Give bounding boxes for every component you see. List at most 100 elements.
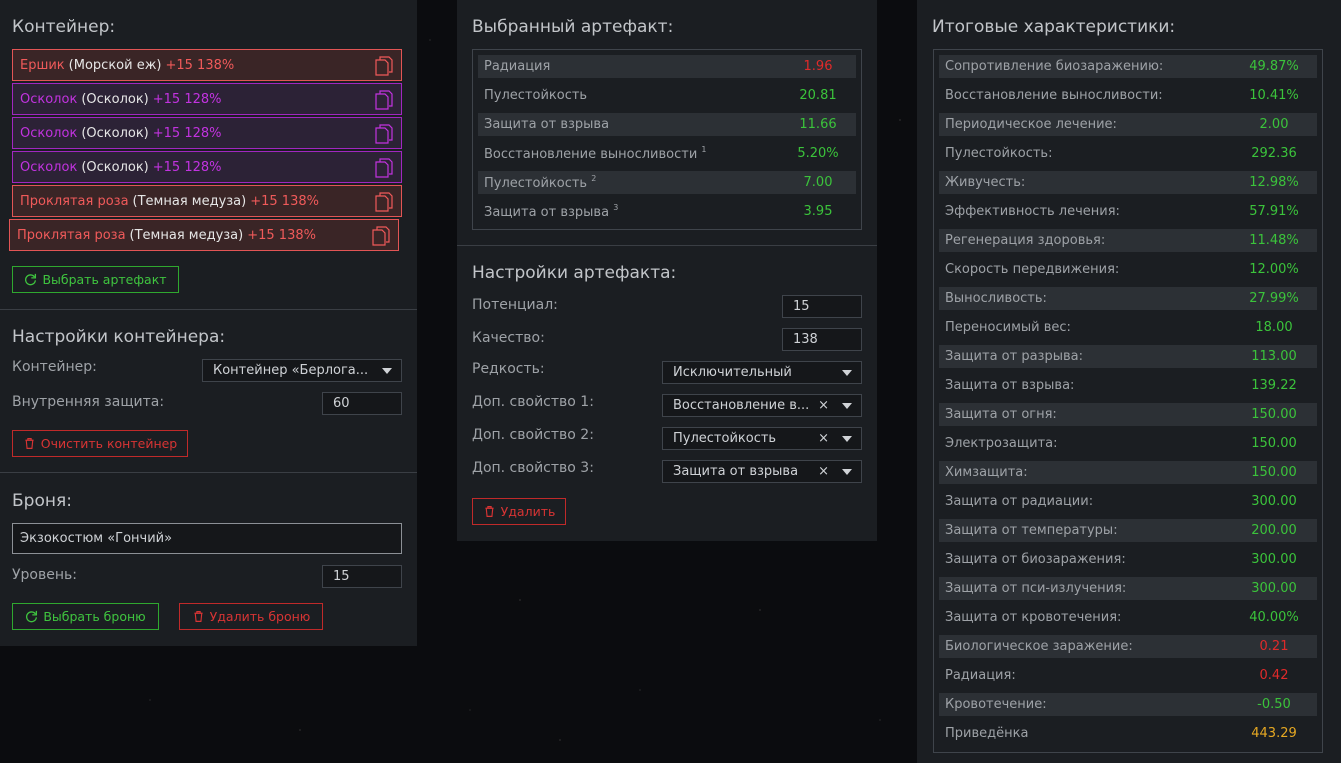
total-row: Регенерация здоровья: 11.48%	[939, 229, 1317, 252]
artifact-bonus: +15 138%	[247, 227, 316, 243]
total-value: 443.29	[1251, 726, 1297, 741]
total-value: 139.22	[1251, 378, 1297, 393]
artifact-item[interactable]: Проклятая роза (Темная медуза) +15 138%	[9, 219, 399, 251]
stat-value: 5.20%	[797, 146, 839, 161]
clear-container-button[interactable]: Очистить контейнер	[12, 430, 188, 457]
chevron-down-icon	[842, 370, 852, 376]
stat-footnote: 1	[701, 145, 707, 154]
total-name: Периодическое лечение:	[945, 117, 1117, 132]
total-name: Защита от огня:	[945, 407, 1057, 422]
delete-armor-button[interactable]: Удалить броню	[179, 603, 323, 630]
stat-name: Радиация	[484, 59, 551, 74]
prop1-select[interactable]: Восстановление в... ×	[662, 394, 862, 417]
artifact-type: (Морской еж)	[68, 57, 162, 73]
totals-panel: Итоговые характеристики: Сопротивление б…	[917, 0, 1341, 763]
total-name: Защита от радиации:	[945, 494, 1094, 509]
artifact-bonus: +15 128%	[152, 125, 222, 141]
level-label: Уровень:	[12, 567, 77, 583]
total-row: Химзащита: 150.00	[939, 461, 1317, 484]
trash-icon	[194, 611, 203, 622]
delete-armor-label: Удалить броню	[209, 609, 311, 624]
select-armor-button[interactable]: Выбрать броню	[12, 603, 159, 630]
artifact-type: (Осколок)	[81, 159, 149, 175]
total-row: Кровотечение: -0.50	[939, 693, 1317, 716]
total-name: Биологическое заражение:	[945, 639, 1133, 654]
prop2-select[interactable]: Пулестойкость ×	[662, 427, 862, 450]
container-label: Контейнер:	[12, 359, 97, 375]
total-value: 300.00	[1251, 552, 1297, 567]
total-name: Химзащита:	[945, 465, 1028, 480]
stat-name: Пулестойкость 2	[484, 174, 597, 191]
copy-icon[interactable]	[375, 56, 393, 76]
level-input[interactable]: 15	[322, 565, 402, 588]
total-value: 40.00%	[1249, 610, 1299, 625]
divider	[457, 245, 877, 246]
total-row: Защита от температуры: 200.00	[939, 519, 1317, 542]
chevron-down-icon	[842, 403, 852, 409]
total-value: 11.48%	[1249, 233, 1299, 248]
total-name: Сопротивление биозаражению:	[945, 59, 1164, 74]
artifact-item[interactable]: Осколок (Осколок) +15 128%	[12, 151, 402, 183]
clear-icon[interactable]: ×	[818, 398, 829, 413]
artifact-item[interactable]: Осколок (Осколок) +15 128%	[12, 83, 402, 115]
total-value: 12.98%	[1249, 175, 1299, 190]
quality-input[interactable]: 138	[782, 328, 862, 351]
delete-artifact-button[interactable]: Удалить	[472, 498, 566, 525]
clear-icon[interactable]: ×	[818, 431, 829, 446]
artifact-settings-title: Настройки артефакта:	[472, 263, 677, 283]
total-value: 150.00	[1251, 407, 1297, 422]
total-row: Пулестойкость: 292.36	[939, 142, 1317, 165]
artifact-type: (Темная медуза)	[129, 227, 244, 243]
total-name: Защита от взрыва:	[945, 378, 1075, 393]
container-settings-title: Настройки контейнера:	[12, 327, 226, 347]
total-row: Приведёнка 443.29	[939, 722, 1317, 745]
rarity-label: Редкость:	[472, 361, 545, 377]
copy-icon[interactable]	[372, 226, 390, 246]
total-row: Защита от радиации: 300.00	[939, 490, 1317, 513]
stat-footnote: 3	[613, 203, 619, 212]
armor-field[interactable]: Экзокостюм «Гончий»	[12, 523, 402, 554]
artifact-item[interactable]: Осколок (Осколок) +15 128%	[12, 117, 402, 149]
total-value: 57.91%	[1249, 204, 1299, 219]
stat-name: Защита от взрыва 3	[484, 203, 619, 220]
total-value: 113.00	[1251, 349, 1297, 364]
total-name: Защита от температуры:	[945, 523, 1118, 538]
select-artifact-button[interactable]: Выбрать артефакт	[12, 266, 179, 293]
total-name: Электрозащита:	[945, 436, 1058, 451]
total-value: 292.36	[1251, 146, 1297, 161]
total-value: 18.00	[1255, 320, 1293, 335]
prop3-select[interactable]: Защита от взрыва ×	[662, 460, 862, 483]
clear-container-label: Очистить контейнер	[40, 436, 178, 451]
refresh-icon	[25, 273, 37, 286]
copy-icon[interactable]	[375, 124, 393, 144]
inner-protection-input[interactable]: 60	[322, 392, 402, 415]
copy-icon[interactable]	[375, 158, 393, 178]
select-armor-label: Выбрать броню	[43, 609, 146, 624]
total-value: 12.00%	[1249, 262, 1299, 277]
rarity-select[interactable]: Исключительный	[662, 361, 862, 384]
total-value: 150.00	[1251, 465, 1297, 480]
clear-icon[interactable]: ×	[818, 464, 829, 479]
artifact-item[interactable]: Проклятая роза (Темная медуза) +15 138%	[12, 185, 402, 217]
artifact-item[interactable]: Ершик (Морской еж) +15 138%	[12, 49, 402, 81]
container-select[interactable]: Контейнер «Берлога...	[202, 359, 402, 382]
total-row: Живучесть: 12.98%	[939, 171, 1317, 194]
total-value: -0.50	[1257, 697, 1291, 712]
total-name: Восстановление выносливости:	[945, 88, 1163, 103]
totals-table: Сопротивление биозаражению: 49.87% Восстан…	[933, 49, 1323, 753]
artifact-name: Проклятая роза	[20, 193, 129, 209]
copy-icon[interactable]	[375, 192, 393, 212]
copy-icon[interactable]	[375, 90, 393, 110]
stat-value: 20.81	[799, 88, 837, 103]
prop2-value: Пулестойкость	[673, 431, 777, 446]
potential-input[interactable]: 15	[782, 295, 862, 318]
artifact-name: Осколок	[20, 91, 78, 107]
stat-row: Пулестойкость 2 7.00	[478, 171, 856, 194]
rarity-value: Исключительный	[673, 365, 792, 380]
stat-name: Защита от взрыва	[484, 117, 610, 132]
total-name: Радиация:	[945, 668, 1016, 683]
total-name: Эффективность лечения:	[945, 204, 1120, 219]
stat-value: 1.96	[803, 59, 833, 74]
container-select-value: Контейнер «Берлога...	[213, 363, 369, 378]
artifact-bonus: +15 128%	[152, 91, 222, 107]
